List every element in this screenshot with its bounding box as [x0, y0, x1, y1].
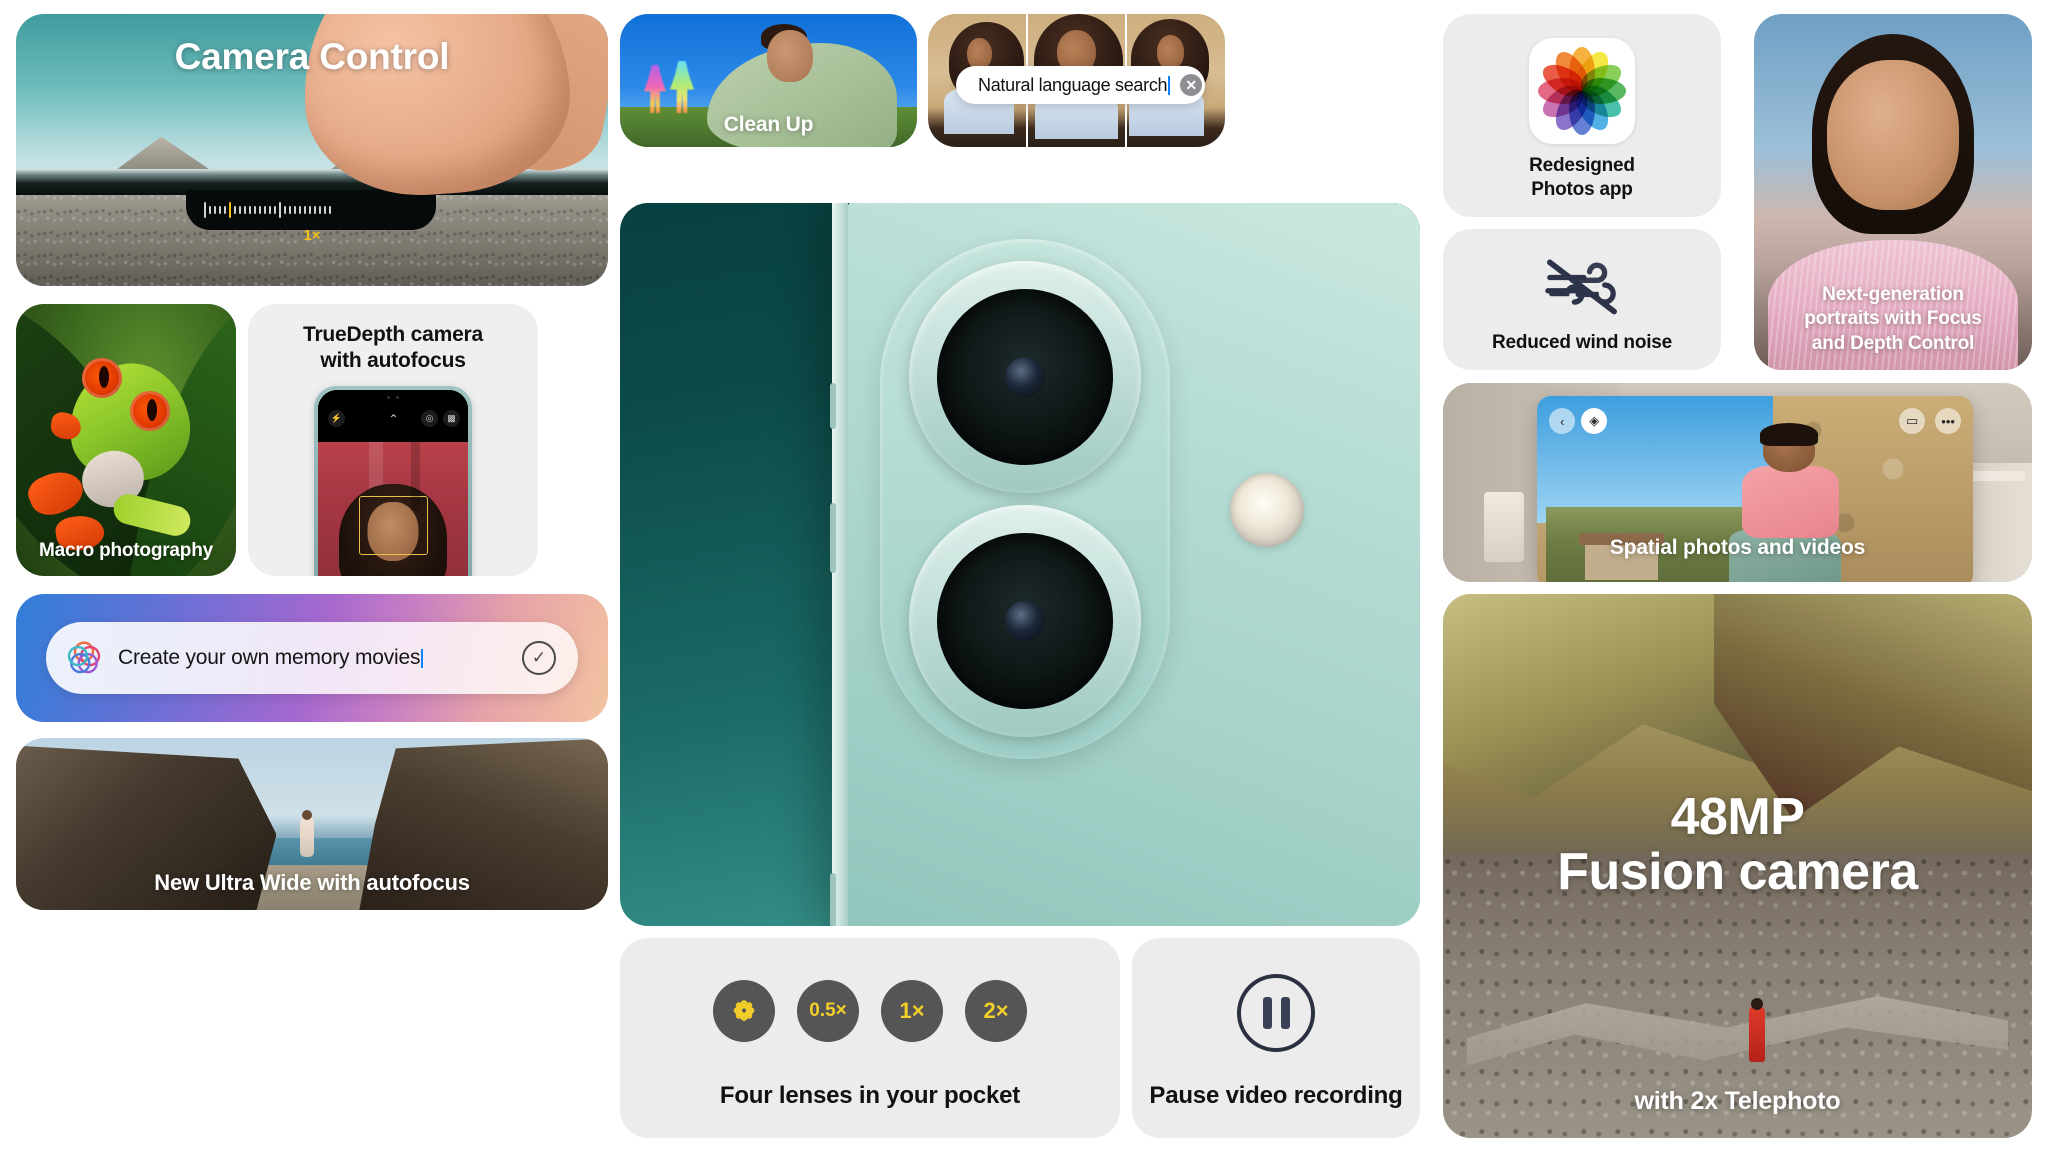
action-button [830, 383, 836, 429]
photos-app-icon[interactable] [1529, 38, 1635, 144]
apple-intelligence-icon [67, 641, 101, 674]
live-photo-icon[interactable]: ◎ [421, 410, 438, 427]
tile-four-lenses[interactable]: ❁ 0.5× 1× 2× Four lenses in your pocket [620, 938, 1120, 1138]
camera-control-title: Camera Control [174, 36, 450, 77]
tile-48mp-fusion-camera[interactable]: 48MP Fusion camera with 2x Telephoto [1443, 594, 2032, 1138]
chevron-up-icon[interactable]: ⌃ [385, 410, 402, 427]
macro-lens-button[interactable]: ❁ [713, 980, 775, 1042]
lens-aperture [1005, 357, 1045, 397]
truedepth-title: TrueDepth camera with autofocus [302, 323, 484, 372]
fusion-camera-title: 48MP Fusion camera [1557, 788, 1918, 902]
tile-redesigned-photos-app[interactable]: Redesigned Photos app [1443, 14, 1721, 217]
photos-app-label: Redesigned Photos app [1529, 155, 1635, 200]
filters-icon[interactable]: ▩ [443, 410, 460, 427]
video-icon[interactable]: ▭ [1899, 408, 1926, 434]
clean-up-caption: Clean Up [723, 113, 814, 136]
tile-camera-control[interactable]: 1× Camera Control [16, 14, 608, 286]
memory-prompt-input[interactable]: Create your own memory movies [118, 646, 506, 670]
spatial-caption: Spatial photos and videos [1609, 536, 1866, 559]
cleanup-ghost-subjects [642, 59, 702, 119]
feature-grid-board: 1× Camera Control Clean Up Natural langu… [0, 0, 2048, 1152]
person-in-red [1749, 997, 1766, 1062]
lens-glass [937, 533, 1113, 709]
pause-circle-icon[interactable] [1237, 974, 1315, 1052]
check-circle-icon[interactable]: ✓ [522, 641, 556, 675]
tile-iphone-camera-hero[interactable] [620, 203, 1420, 926]
search-bar[interactable]: Natural language search ✕ [956, 66, 1205, 104]
camera-toolbar: ⚡ ⌃ ◎ ▩ [318, 390, 468, 442]
tile-natural-language-search[interactable]: Natural language search ✕ [928, 14, 1225, 147]
tile-spatial-photos-and-videos[interactable]: ‹ ◈ ▭ ••• Spatial photos and videos [1443, 383, 2032, 582]
flash-icon[interactable]: ⚡ [328, 410, 345, 427]
tile-next-generation-portraits[interactable]: Next-generation portraits with Focus and D… [1754, 14, 2032, 370]
photos-petals [1537, 46, 1627, 136]
ultrawide-camera-lens [909, 505, 1141, 737]
ultra-wide-caption: New Ultra Wide with autofocus [154, 870, 470, 895]
text-caret [421, 649, 424, 668]
face-detection-box [358, 495, 428, 556]
flash-led [1230, 473, 1304, 547]
zoom-level-indicator: 1× [303, 227, 321, 244]
memory-prompt-value: Create your own memory movies [118, 646, 421, 669]
search-input-value: Natural language search [978, 74, 1168, 95]
text-caret [1168, 75, 1171, 95]
truedepth-sensors [387, 396, 399, 399]
tile-pause-video-recording[interactable]: Pause video recording [1132, 938, 1420, 1138]
camera-plateau [880, 239, 1170, 759]
tile-new-ultra-wide[interactable]: New Ultra Wide with autofocus [16, 738, 608, 910]
tile-macro-photography[interactable]: Macro photography [16, 304, 236, 576]
zoom-slider-ticks[interactable] [204, 200, 418, 220]
clear-search-icon[interactable]: ✕ [1180, 74, 1203, 96]
fusion-camera-subtitle: with 2x Telephoto [1634, 1087, 1841, 1115]
person-standing [300, 810, 315, 858]
iphone-back-panel [830, 203, 1420, 926]
phone-screen: ⚡ ⌃ ◎ ▩ [318, 390, 468, 576]
lens-glass [937, 289, 1113, 465]
volume-buttons [830, 503, 836, 573]
pause-video-label: Pause video recording [1149, 1082, 1403, 1109]
wind-noise-label: Reduced wind noise [1491, 332, 1673, 353]
tile-reduced-wind-noise[interactable]: Reduced wind noise [1443, 229, 1721, 370]
lens-button-row[interactable]: ❁ 0.5× 1× 2× [620, 980, 1120, 1042]
camera-viewfinder [318, 442, 468, 576]
telephoto-lens-button[interactable]: 2× [965, 980, 1027, 1042]
wide-lens-button[interactable]: 1× [881, 980, 943, 1042]
search-input[interactable]: Natural language search [978, 74, 1171, 96]
iphone-mockup: ⚡ ⌃ ◎ ▩ [314, 386, 472, 576]
tile-memory-movies[interactable]: Create your own memory movies ✓ [16, 594, 608, 722]
person-head [767, 30, 813, 82]
lens-aperture [1005, 601, 1045, 641]
camera-control-button [830, 873, 836, 926]
wind-slash-icon [1545, 259, 1617, 315]
tile-truedepth-camera[interactable]: TrueDepth camera with autofocus ⚡ ⌃ ◎ ▩ [248, 304, 538, 576]
ultra-wide-lens-button[interactable]: 0.5× [797, 980, 859, 1042]
memory-prompt-field[interactable]: Create your own memory movies ✓ [46, 622, 578, 694]
more-options-icon[interactable]: ••• [1935, 408, 1962, 434]
four-lenses-label: Four lenses in your pocket [719, 1082, 1021, 1109]
tile-clean-up[interactable]: Clean Up [620, 14, 917, 147]
wide-camera-lens [909, 261, 1141, 493]
portraits-label: Next-generation portraits with Focus and D… [1804, 284, 1982, 354]
macro-caption: Macro photography [39, 540, 213, 561]
portrait-hair [1812, 34, 1974, 234]
